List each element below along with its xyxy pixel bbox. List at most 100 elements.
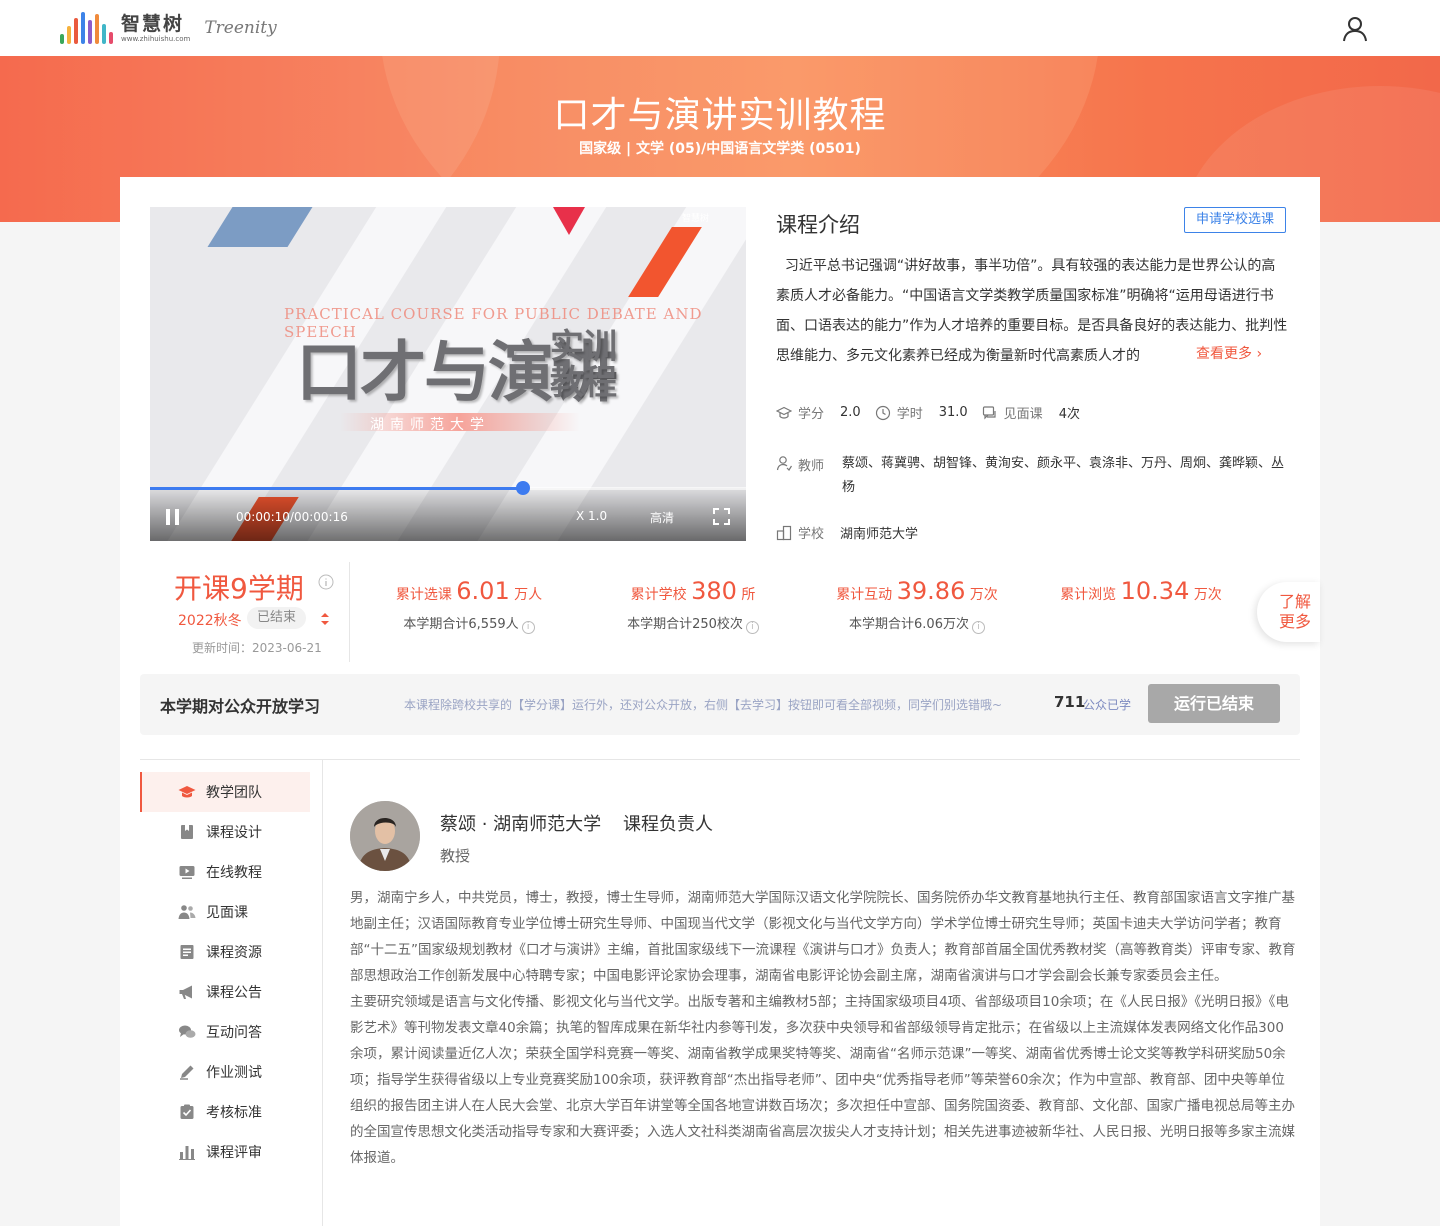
teacher-bio-paragraph: 男，湖南宁乡人，中共党员，博士，教授，博士生导师，湖南师范大学国际汉语文化学院院… <box>350 890 1296 984</box>
sidebar-item-label: 在线教程 <box>206 865 262 881</box>
learn-more-line-1: 了解 <box>1279 592 1312 611</box>
video-title-side: 实训 教程 <box>550 329 617 403</box>
teacher-icon <box>776 456 792 471</box>
stat-views: 累计浏览 10.34 万次 <box>1031 577 1251 605</box>
people-icon <box>178 905 196 919</box>
hours-value: 31.0 <box>938 405 968 420</box>
meet-label: 见面课 <box>1003 407 1043 422</box>
info-icon[interactable]: i <box>745 621 759 634</box>
stat-number: 6.01 <box>456 577 510 605</box>
stat-unit: 万人 <box>514 587 543 603</box>
stat-schools: 累计学校 380 所 本学期合计250校次 i <box>583 577 803 634</box>
sidebar-item-label: 作业测试 <box>206 1065 262 1081</box>
sidebar-item-label: 课程评审 <box>206 1145 262 1161</box>
top-bar: 智慧树 www.zhihuishu.com Treenity <box>0 0 1440 56</box>
read-more-link[interactable]: 查看更多 › <box>1184 341 1263 367</box>
info-icon[interactable] <box>318 574 334 590</box>
course-title: 口才与演讲实训教程 <box>553 95 887 136</box>
run-ended-button[interactable]: 运行已结束 <box>1148 684 1280 723</box>
apply-school-course-button[interactable]: 申请学校选课 <box>1184 207 1286 233</box>
video-university: 湖南师范大学 <box>370 417 490 433</box>
stat-label: 累计选课 <box>395 587 452 603</box>
chat-icon <box>982 405 996 419</box>
video-title-side-2: 教程 <box>550 363 617 403</box>
school-name[interactable]: 湖南师范大学 <box>840 523 918 542</box>
teacher-names: 蔡颂、蒋冀骋、胡智锋、黄洵安、颜永平、袁涤非、万丹、周炯、龚晔颖、丛杨 <box>842 456 1285 495</box>
hours-label: 学时 <box>896 407 923 422</box>
stat-unit: 所 <box>741 587 756 603</box>
public-learner-label: 公众已学 <box>1083 698 1132 712</box>
stat-sub: 本学期合计250校次 <box>627 617 743 632</box>
school-row: 学校 湖南师范大学 <box>776 523 932 542</box>
stat-unit: 万次 <box>969 587 998 603</box>
logo-english: Treenity <box>204 18 277 38</box>
info-icon[interactable]: i <box>521 621 535 634</box>
fullscreen-icon[interactable] <box>713 508 730 525</box>
megaphone-icon <box>179 985 192 999</box>
sidebar-item-assessment[interactable]: 考核标准 <box>140 1092 310 1132</box>
credit-label: 学分 <box>798 407 825 422</box>
stat-sub: 本学期合计6,559人 <box>403 617 519 632</box>
clipboard-check-icon <box>180 1104 194 1119</box>
learn-more-button[interactable]: 了解 更多 <box>1257 582 1320 642</box>
avatar <box>350 801 420 871</box>
course-card: 智慧树 PRACTICAL COURSE FOR PUBLIC DEBATE A… <box>120 177 1320 1226</box>
teacher-title: 教授 <box>440 847 471 865</box>
logo-name: 智慧树 <box>121 12 185 35</box>
sidebar-item-teaching-team[interactable]: 教学团队 <box>140 772 310 812</box>
course-category: 国家级 | 文学 (05)/中国语言文学类 (0501) <box>579 141 861 157</box>
stat-number: 10.34 <box>1120 577 1190 605</box>
update-time-value: 2023-06-21 <box>252 641 322 655</box>
sidebar-item-meeting-class[interactable]: 见面课 <box>140 892 310 932</box>
sidebar-item-label: 课程公告 <box>206 985 262 1001</box>
quality-button[interactable]: 高清 <box>650 509 674 526</box>
sidebar-item-review[interactable]: 课程评审 <box>140 1132 310 1172</box>
sidebar-item-label: 课程设计 <box>206 825 262 841</box>
sidebar-item-qa[interactable]: 互动问答 <box>140 1012 310 1052</box>
video-player[interactable]: 智慧树 PRACTICAL COURSE FOR PUBLIC DEBATE A… <box>150 207 746 541</box>
open-bar-notice: 本课程除跨校共享的【学分课】运行外，还对公众开放，右侧【去学习】按钮即可看全部视… <box>404 698 1003 712</box>
document-icon <box>180 945 194 959</box>
teacher-role: 课程负责人 <box>623 814 713 835</box>
stat-sub: 本学期合计6.06万次 <box>849 617 969 632</box>
learn-more-line-2: 更多 <box>1279 612 1312 631</box>
user-icon[interactable] <box>1342 16 1368 42</box>
teacher-label: 教师 <box>798 459 825 474</box>
clock-icon <box>875 405 890 420</box>
graduation-cap-icon <box>776 406 792 419</box>
stat-label: 累计浏览 <box>1060 587 1117 603</box>
public-open-bar: 本学期对公众开放学习 本课程除跨校共享的【学分课】运行外，还对公众开放，右侧【去… <box>140 674 1300 735</box>
speed-button[interactable]: X 1.0 <box>576 509 607 523</box>
teacher-bio: 男，湖南宁乡人，中共党员，博士，教授，博士生导师，湖南师范大学国际汉语文化学院院… <box>350 885 1296 1171</box>
stat-label: 累计学校 <box>630 587 687 603</box>
stat-label: 累计互动 <box>836 587 893 603</box>
credit-value: 2.0 <box>840 405 861 420</box>
update-time: 更新时间：2023-06-21 <box>192 639 322 656</box>
teacher-name: 蔡颂 · 湖南师范大学 <box>440 814 602 835</box>
teacher-bio-paragraph: 主要研究领域是语言与文化传播、影视文化与当代文学。出版专著和主编教材5部；主持国… <box>350 994 1295 1166</box>
term-block: 开课9学期 2022秋冬 已结束 更新时间：2023-06-21 <box>150 562 350 662</box>
video-progress-handle[interactable] <box>515 481 530 495</box>
meet-value: 4次 <box>1058 407 1080 422</box>
sidebar-item-label: 课程资源 <box>206 945 262 961</box>
term-name[interactable]: 2022秋冬 <box>178 610 242 630</box>
pause-icon[interactable] <box>166 509 180 525</box>
logo[interactable]: 智慧树 www.zhihuishu.com Treenity <box>60 12 277 44</box>
graduation-cap-icon <box>178 786 196 798</box>
stat-number: 39.86 <box>896 577 966 605</box>
video-time: 00:00:10/00:00:16 <box>236 510 348 524</box>
logo-bars-icon <box>60 12 113 44</box>
course-sidebar: 教学团队 课程设计 在线教程 见面课 课程资源 课程公告 互动问答 作业测试 考… <box>140 772 310 1172</box>
sidebar-item-homework[interactable]: 作业测试 <box>140 1052 310 1092</box>
sidebar-item-label: 教学团队 <box>206 785 262 801</box>
sidebar-item-course-design[interactable]: 课程设计 <box>140 812 310 852</box>
sidebar-item-announcements[interactable]: 课程公告 <box>140 972 310 1012</box>
sidebar-item-label: 互动问答 <box>206 1025 262 1041</box>
sidebar-item-resources[interactable]: 课程资源 <box>140 932 310 972</box>
teachers-row: 教师 蔡颂、蒋冀骋、胡智锋、黄洵安、颜永平、袁涤非、万丹、周炯、龚晔颖、丛杨 <box>776 452 1288 500</box>
chat-icon <box>179 1025 196 1038</box>
sidebar-item-online-tutorial[interactable]: 在线教程 <box>140 852 310 892</box>
info-icon[interactable]: i <box>971 621 985 634</box>
video-progress-fill <box>150 487 523 490</box>
sort-toggle-icon[interactable] <box>320 612 330 626</box>
